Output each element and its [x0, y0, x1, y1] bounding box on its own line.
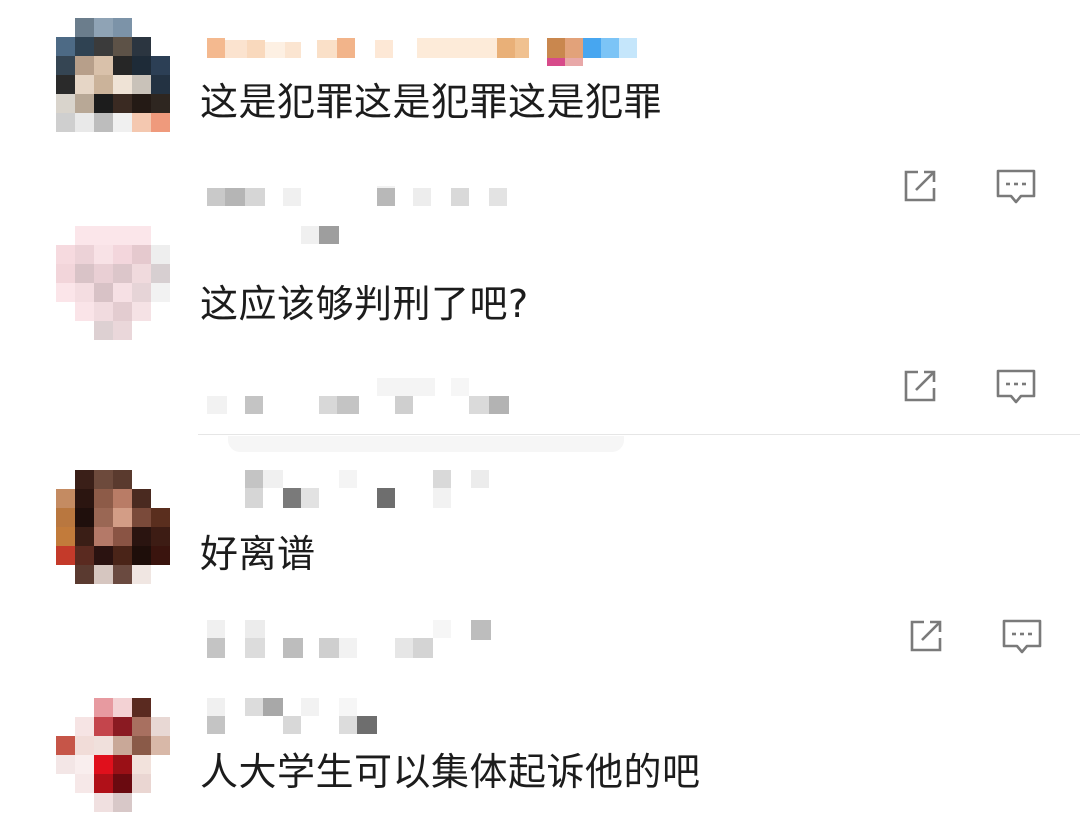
comment-meta-blurred	[207, 620, 507, 660]
avatar[interactable]	[56, 226, 170, 340]
share-button[interactable]	[904, 614, 948, 658]
avatar[interactable]	[56, 470, 170, 584]
comment-text: 好离谱	[200, 532, 316, 576]
comment-meta-blurred	[207, 186, 527, 210]
username-blurred[interactable]	[207, 470, 507, 510]
reply-button[interactable]	[994, 364, 1038, 408]
comment-meta-blurred	[207, 378, 527, 418]
faint-band	[228, 436, 624, 452]
share-icon	[910, 620, 942, 652]
avatar[interactable]	[56, 698, 170, 812]
comment-text: 这是犯罪这是犯罪这是犯罪	[200, 80, 663, 124]
comment-icon	[996, 169, 1036, 204]
comment-text: 人大学生可以集体起诉他的吧	[200, 750, 701, 794]
reply-button[interactable]	[1000, 614, 1044, 658]
share-icon	[904, 370, 936, 402]
section-divider	[198, 434, 1080, 435]
username-blurred[interactable]	[207, 38, 647, 66]
username-blurred[interactable]	[207, 698, 407, 738]
share-button[interactable]	[898, 364, 942, 408]
username-blurred[interactable]	[207, 224, 367, 248]
comment-text: 这应该够判刑了吧?	[200, 282, 529, 326]
share-icon	[904, 170, 936, 202]
avatar[interactable]	[56, 18, 170, 132]
comment-icon	[996, 369, 1036, 404]
share-button[interactable]	[898, 164, 942, 208]
comment-icon	[1002, 619, 1042, 654]
reply-button[interactable]	[994, 164, 1038, 208]
